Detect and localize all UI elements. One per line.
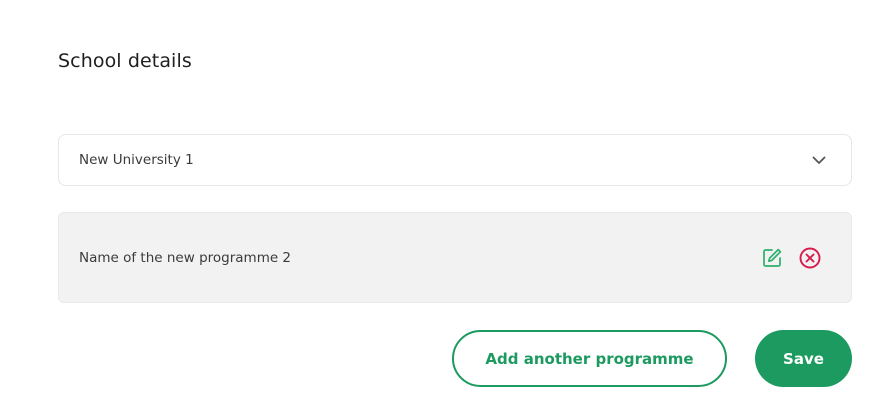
school-details-page: School details New University 1 Name of …	[0, 0, 885, 419]
chevron-down-icon[interactable]	[811, 152, 827, 168]
edit-icon[interactable]	[759, 245, 785, 271]
school-select[interactable]: New University 1	[58, 134, 852, 186]
save-button[interactable]: Save	[755, 330, 852, 387]
remove-circle-icon[interactable]	[797, 245, 823, 271]
programme-item: Name of the new programme 2	[58, 212, 852, 303]
add-another-programme-button[interactable]: Add another programme	[452, 330, 727, 387]
school-select-value: New University 1	[79, 152, 194, 168]
programme-name: Name of the new programme 2	[79, 249, 292, 266]
programme-actions	[759, 245, 823, 271]
section-title: School details	[58, 50, 192, 72]
